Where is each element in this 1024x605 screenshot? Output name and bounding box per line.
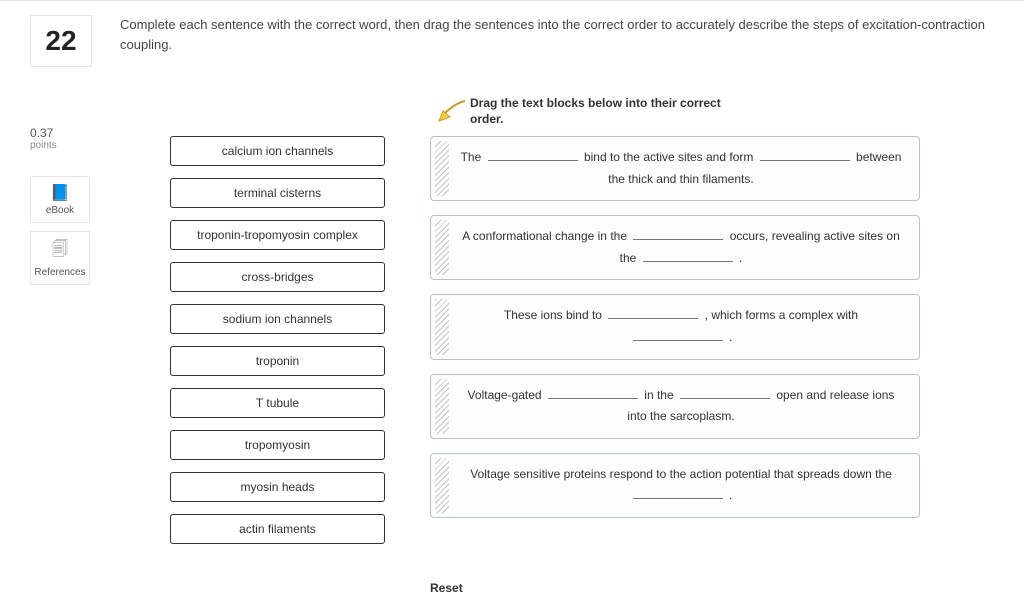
ebook-button[interactable]: 📘 eBook xyxy=(30,176,90,223)
sentence-text: . xyxy=(729,330,732,344)
word-item[interactable]: troponin-tropomyosin complex xyxy=(170,220,385,250)
word-item[interactable]: actin filaments xyxy=(170,514,385,544)
word-item[interactable]: terminal cisterns xyxy=(170,178,385,208)
sentence-block[interactable]: The bind to the active sites and form be… xyxy=(430,136,920,201)
word-item[interactable]: tropomyosin xyxy=(170,430,385,460)
sentence-text: in the xyxy=(644,388,677,402)
references-button[interactable]: 🗐 References xyxy=(30,231,90,285)
sentence-text: A conformational change in the xyxy=(462,229,630,243)
question-number: 22 xyxy=(30,15,92,67)
blank-slot[interactable] xyxy=(633,229,723,240)
arrow-icon xyxy=(437,99,467,123)
copy-icon: 🗐 xyxy=(31,238,89,265)
points-label: points xyxy=(30,140,57,151)
blank-slot[interactable] xyxy=(680,388,770,399)
sentence-text: bind to the active sites and form xyxy=(584,150,757,164)
sentence-text: The xyxy=(461,150,485,164)
sentence-text: These ions bind to xyxy=(504,308,605,322)
points-value: 0.37 xyxy=(30,126,57,140)
word-item[interactable]: troponin xyxy=(170,346,385,376)
blank-slot[interactable] xyxy=(633,330,723,341)
sentence-text: Voltage-gated xyxy=(468,388,545,402)
word-bank: calcium ion channels terminal cisterns t… xyxy=(170,136,385,556)
question-page: 22 Complete each sentence with the corre… xyxy=(0,0,1024,605)
drop-zone: The bind to the active sites and form be… xyxy=(430,136,920,532)
word-item[interactable]: myosin heads xyxy=(170,472,385,502)
sentence-text: , which forms a complex with xyxy=(705,308,858,322)
word-item[interactable]: sodium ion channels xyxy=(170,304,385,334)
word-item[interactable]: calcium ion channels xyxy=(170,136,385,166)
sentence-text: Voltage sensitive proteins respond to th… xyxy=(470,467,892,481)
drag-instruction: Drag the text blocks below into their co… xyxy=(470,96,750,127)
blank-slot[interactable] xyxy=(633,488,723,499)
ebook-label: eBook xyxy=(46,205,74,216)
book-icon: 📘 xyxy=(31,183,89,203)
blank-slot[interactable] xyxy=(548,388,638,399)
sentence-block[interactable]: A conformational change in the occurs, r… xyxy=(430,215,920,280)
blank-slot[interactable] xyxy=(488,150,578,161)
sentence-text: . xyxy=(739,251,742,265)
points-readout: 0.37 points xyxy=(30,126,57,151)
word-item[interactable]: cross-bridges xyxy=(170,262,385,292)
sentence-block[interactable]: Voltage-gated in the open and release io… xyxy=(430,374,920,439)
blank-slot[interactable] xyxy=(643,251,733,262)
question-prompt: Complete each sentence with the correct … xyxy=(120,15,994,54)
blank-slot[interactable] xyxy=(608,308,698,319)
references-label: References xyxy=(34,267,85,278)
word-item[interactable]: T tubule xyxy=(170,388,385,418)
sentence-block[interactable]: Voltage sensitive proteins respond to th… xyxy=(430,453,920,518)
sentence-text: . xyxy=(729,488,732,502)
sentence-block[interactable]: These ions bind to , which forms a compl… xyxy=(430,294,920,359)
reset-button[interactable]: Reset xyxy=(430,581,463,595)
blank-slot[interactable] xyxy=(760,150,850,161)
